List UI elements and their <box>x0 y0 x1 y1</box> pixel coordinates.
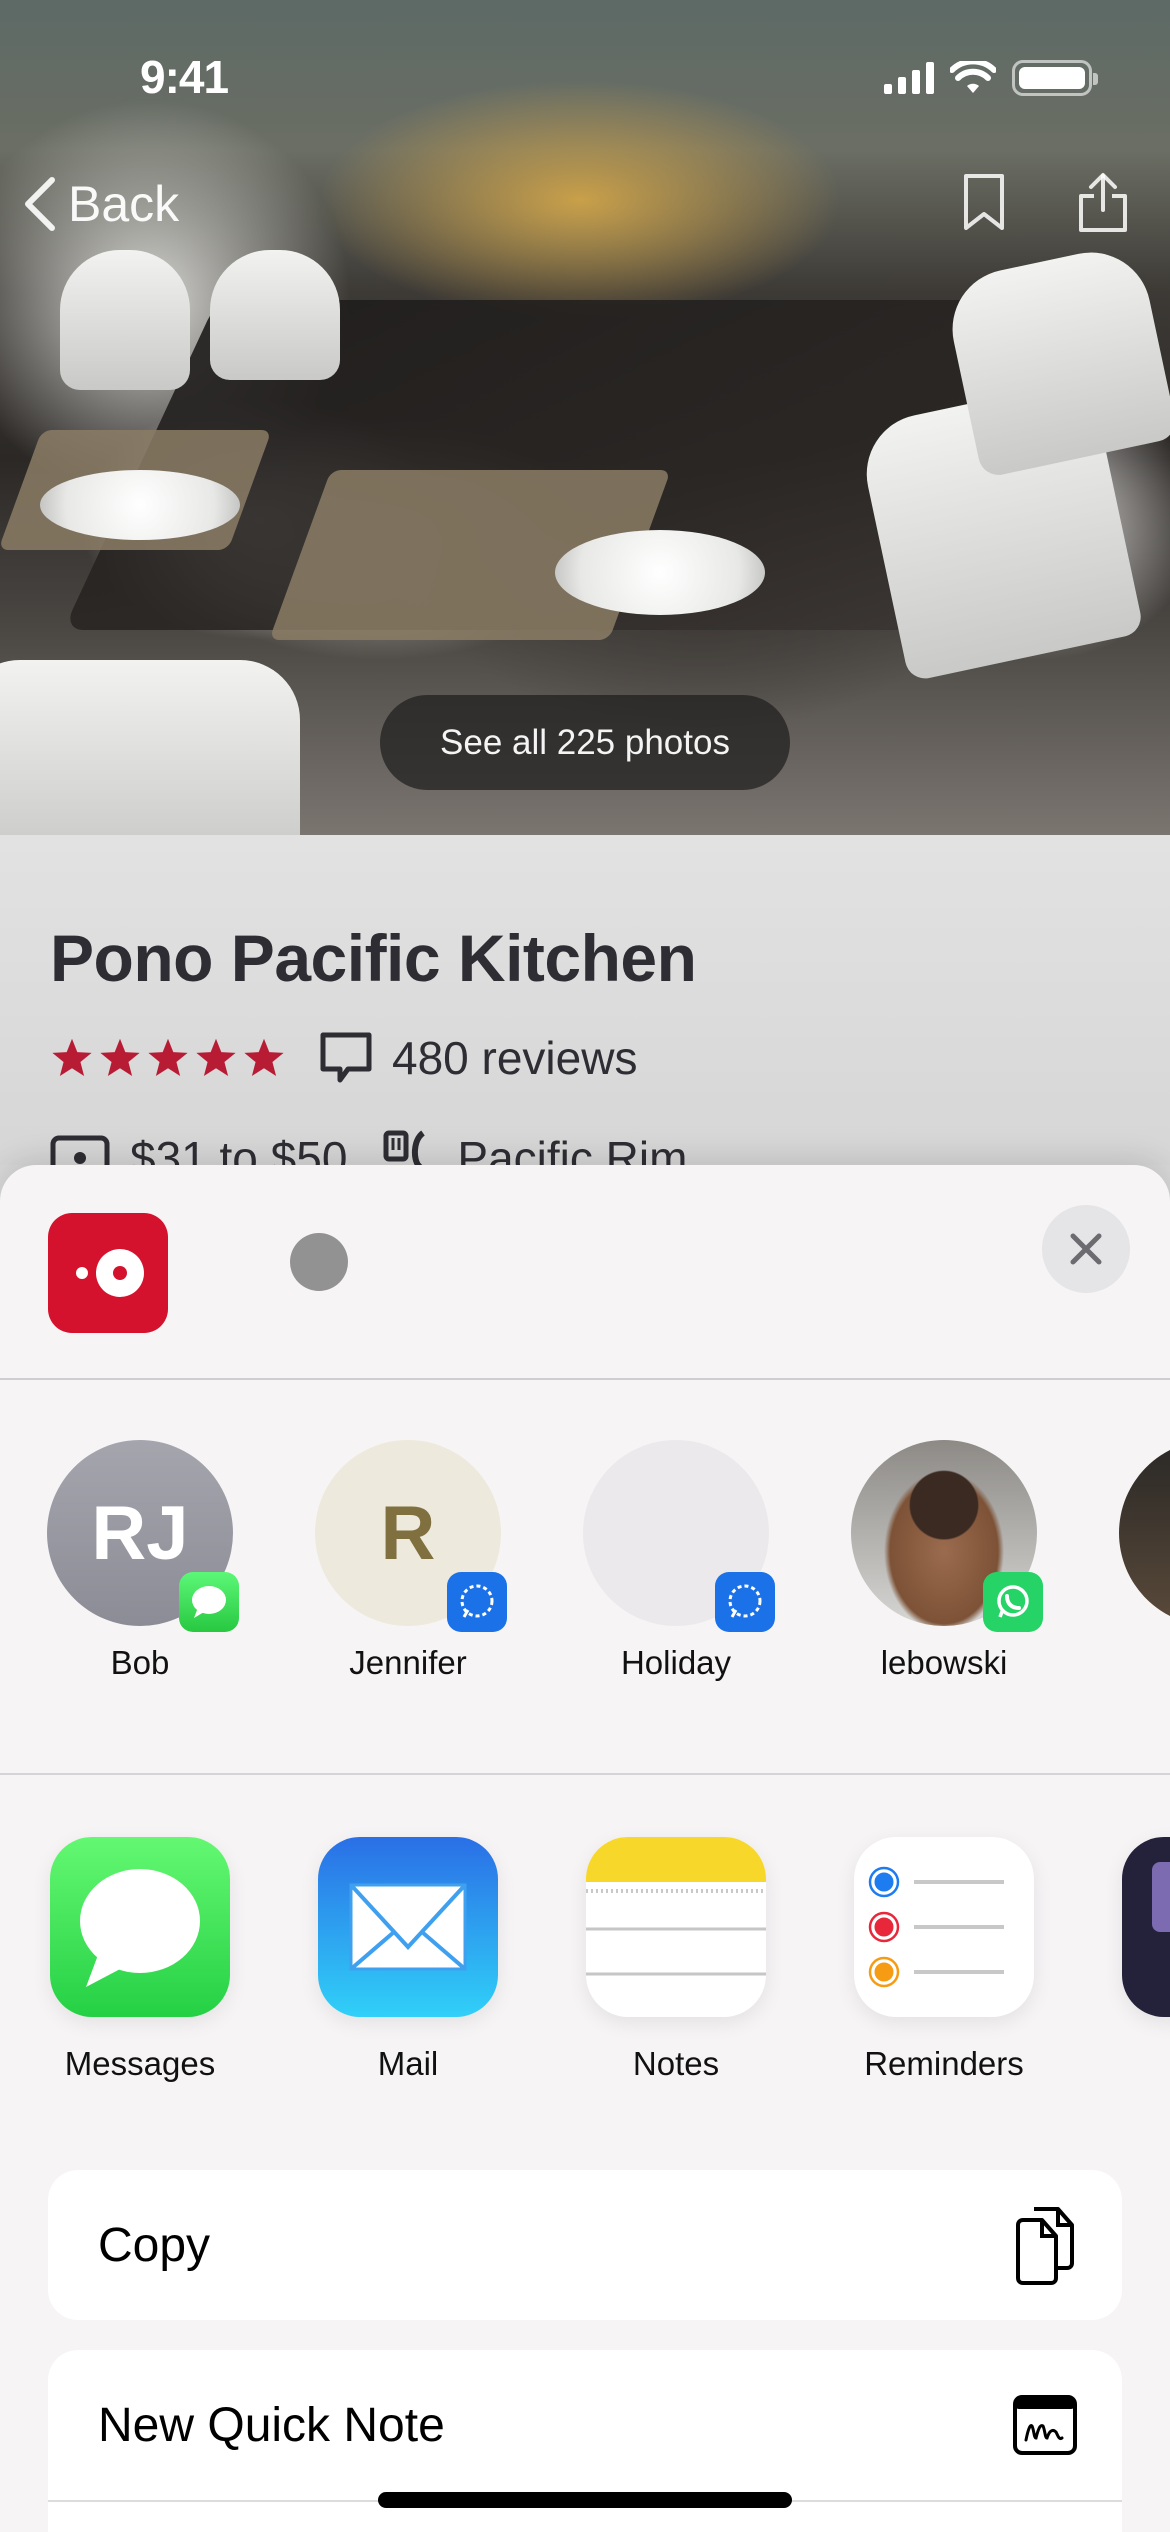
app-label: Messages <box>64 2045 216 2082</box>
avatar-photo <box>851 1440 1043 1632</box>
back-button[interactable]: Back <box>22 175 179 233</box>
contact-bob[interactable]: RJ Bob <box>20 1440 260 1682</box>
share-contacts-row[interactable]: RJ Bob R Jennifer Holiday lebowski <box>0 1380 1170 1775</box>
app-notes[interactable]: Notes <box>556 1837 796 2083</box>
contact-name: Holiday <box>620 1644 732 1681</box>
app-label: Mail <box>377 2045 439 2082</box>
photo-plate <box>40 470 240 540</box>
opentable-app-icon <box>48 1213 168 1333</box>
notes-app-icon <box>586 1837 766 2017</box>
star-icon <box>196 1038 236 1076</box>
star-icon <box>100 1038 140 1076</box>
status-bar: 9:41 <box>0 0 1170 140</box>
restaurant-photo[interactable]: 9:41 Back See all 225 photos <box>0 0 1170 835</box>
avatar: R <box>315 1440 507 1632</box>
preview-loading-indicator <box>290 1233 348 1291</box>
rating-row: 480 reviews <box>50 1030 637 1086</box>
share-sheet-header <box>0 1165 1170 1380</box>
photo-chair <box>0 660 300 835</box>
messages-badge-icon <box>179 1572 239 1632</box>
app-partial[interactable]: J <box>1092 1837 1170 2083</box>
photo-chair <box>941 241 1170 479</box>
battery-icon <box>1012 60 1098 96</box>
app-mail[interactable]: Mail <box>288 1837 528 2083</box>
mail-app-icon <box>318 1837 498 2017</box>
contact-partial[interactable]: Ma <box>1092 1440 1170 1682</box>
reviews-count[interactable]: 480 reviews <box>392 1031 637 1085</box>
avatar-photo <box>1119 1440 1170 1626</box>
wifi-icon <box>950 61 996 93</box>
app-messages[interactable]: Messages <box>20 1837 260 2083</box>
contact-lebowski[interactable]: lebowski <box>824 1440 1064 1682</box>
avatar: RJ <box>47 1440 239 1632</box>
quick-note-icon <box>1013 2395 1077 2455</box>
action-label: New Quick Note <box>98 2398 445 2452</box>
contact-name: Ma <box>1092 1644 1170 1682</box>
cellular-signal-icon <box>884 62 934 94</box>
photo-chair <box>60 250 190 390</box>
share-sheet: RJ Bob R Jennifer Holiday lebowski Messa… <box>0 1165 1170 2532</box>
avatar-initials: RJ <box>91 1490 189 1576</box>
app-label: Reminders <box>864 2045 1024 2082</box>
review-bubble-icon <box>320 1032 372 1083</box>
contact-holiday[interactable]: Holiday <box>556 1440 796 1682</box>
contact-jennifer[interactable]: R Jennifer <box>288 1440 528 1682</box>
avatar-initials: R <box>380 1490 436 1576</box>
star-rating <box>50 1036 286 1080</box>
new-quick-note-action[interactable]: New Quick Note <box>48 2350 1122 2500</box>
app-reminders[interactable]: Reminders <box>824 1837 1064 2083</box>
signal-badge-icon <box>447 1572 507 1632</box>
copy-icon <box>1016 2207 1074 2285</box>
app-label: J <box>1092 2045 1170 2083</box>
close-icon <box>1070 1233 1102 1265</box>
share-icon[interactable] <box>1076 172 1130 234</box>
app-label: Notes <box>632 2045 720 2082</box>
share-apps-row[interactable]: Messages Mail Notes Reminders <box>0 1775 1170 2165</box>
star-icon <box>244 1038 284 1076</box>
photo-chair <box>210 250 340 380</box>
see-all-photos-button[interactable]: See all 225 photos <box>380 695 790 790</box>
signal-badge-icon <box>715 1572 775 1632</box>
messages-app-icon <box>50 1837 230 2017</box>
restaurant-info: Pono Pacific Kitchen 480 reviews $31 to … <box>0 835 1170 1184</box>
avatar <box>583 1440 775 1632</box>
star-icon <box>148 1038 188 1076</box>
see-all-photos-label: See all 225 photos <box>440 722 730 762</box>
close-button[interactable] <box>1042 1205 1130 1293</box>
contact-name: Jennifer <box>349 1644 467 1681</box>
whatsapp-badge-icon <box>983 1572 1043 1632</box>
partial-app-icon <box>1122 1837 1170 2017</box>
back-label: Back <box>68 176 180 232</box>
contact-name: lebowski <box>880 1644 1008 1681</box>
home-indicator[interactable] <box>378 2492 792 2508</box>
action-label: Copy <box>98 2218 211 2272</box>
photo-plate <box>555 530 765 615</box>
restaurant-name: Pono Pacific Kitchen <box>50 921 697 995</box>
star-icon <box>52 1038 92 1076</box>
bookmark-icon[interactable] <box>962 172 1006 232</box>
status-time: 9:41 <box>140 51 229 103</box>
contact-name: Bob <box>110 1644 170 1681</box>
chevron-left-icon <box>25 177 55 231</box>
copy-action[interactable]: Copy <box>48 2170 1122 2320</box>
reminders-app-icon <box>854 1837 1034 2017</box>
